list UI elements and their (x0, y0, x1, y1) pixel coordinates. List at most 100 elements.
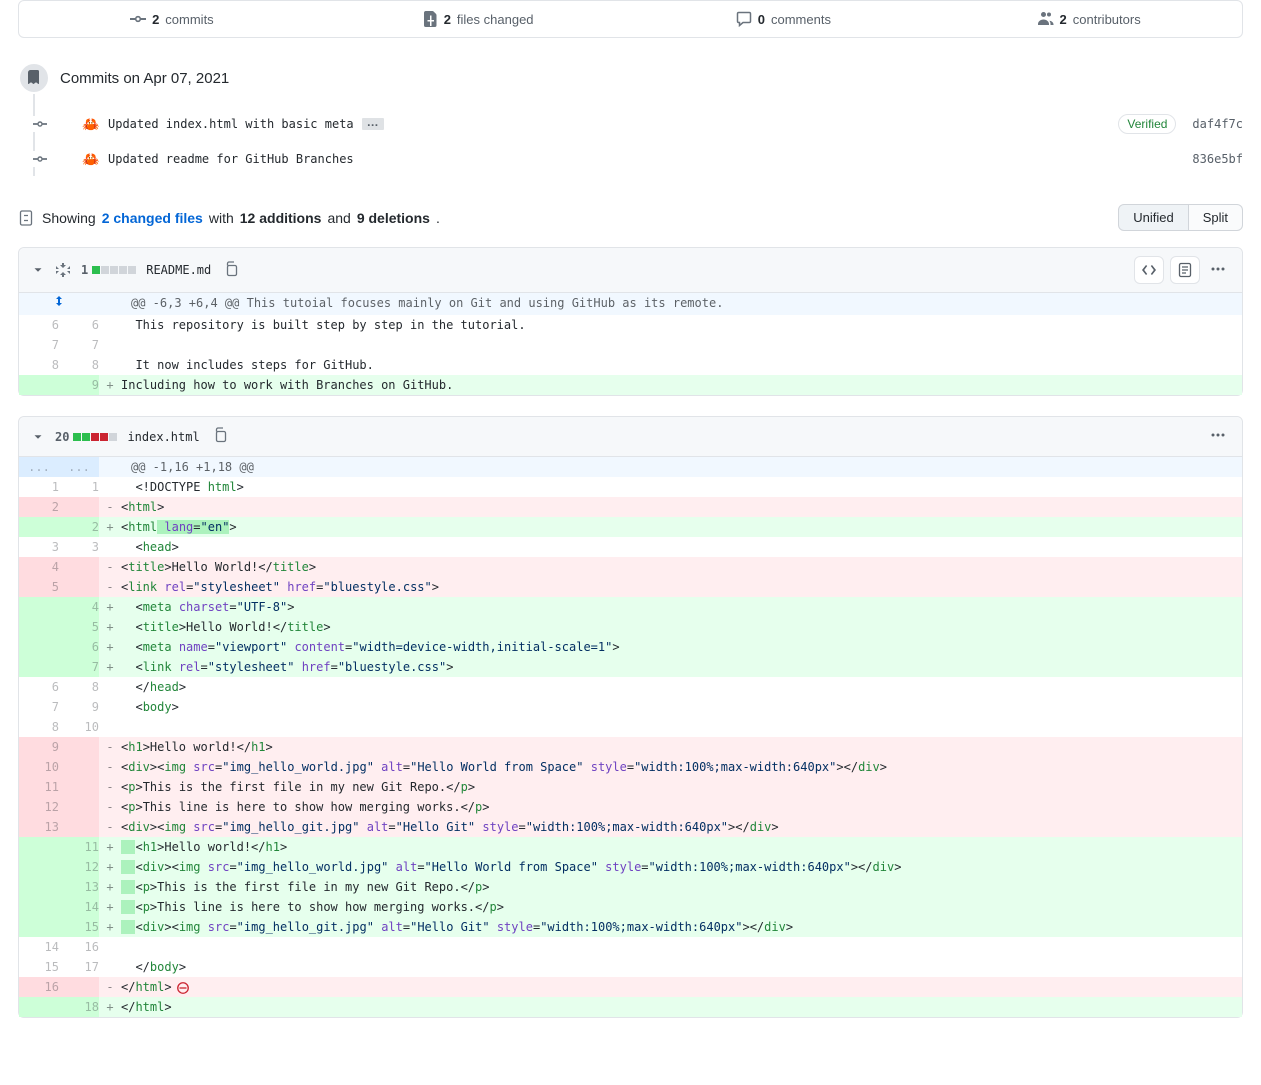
line-number-old[interactable] (19, 517, 59, 537)
line-number-new[interactable] (59, 577, 99, 597)
diff-line: 9-<h1>Hello world!</h1> (19, 737, 1242, 757)
line-number-new[interactable]: 16 (59, 937, 99, 957)
line-number-old[interactable]: 1 (19, 477, 59, 497)
commits-timeline: Commits on Apr 07, 2021 🦀 Updated index.… (18, 62, 1243, 176)
line-number-new[interactable] (59, 777, 99, 797)
line-number-new[interactable] (59, 557, 99, 577)
line-number-old[interactable]: 6 (19, 677, 59, 697)
line-number-old[interactable] (19, 617, 59, 637)
line-number-old[interactable]: 16 (19, 977, 59, 997)
commit-sha[interactable]: 836e5bf (1192, 152, 1243, 166)
line-number-new[interactable]: 14 (59, 897, 99, 917)
line-number-new[interactable]: 3 (59, 537, 99, 557)
file-menu-button[interactable] (1206, 261, 1230, 280)
line-number-old[interactable]: 9 (19, 737, 59, 757)
line-number-old[interactable] (19, 857, 59, 877)
line-number-new[interactable]: 8 (59, 677, 99, 697)
line-number-new[interactable]: 9 (59, 697, 99, 717)
line-number-old[interactable] (19, 657, 59, 677)
line-number-old[interactable]: 12 (19, 797, 59, 817)
commit-message[interactable]: Updated index.html with basic meta (108, 117, 354, 131)
tab-contributors[interactable]: 2 contributors (936, 1, 1242, 37)
line-number-old[interactable]: 15 (19, 957, 59, 977)
line-number-old[interactable] (19, 917, 59, 937)
collapse-toggle[interactable] (31, 430, 45, 444)
line-number-old[interactable]: 5 (19, 577, 59, 597)
code-content: <title>Hello World!</title> (121, 617, 1242, 637)
expand-icon[interactable] (55, 262, 71, 278)
line-number-old[interactable] (19, 997, 59, 1017)
line-number-old[interactable]: 10 (19, 757, 59, 777)
timeline-date-title: Commits on Apr 07, 2021 (60, 70, 229, 87)
line-number-new[interactable]: 6 (59, 637, 99, 657)
line-number-new[interactable]: 2 (59, 517, 99, 537)
line-number-new[interactable]: 8 (59, 355, 99, 375)
line-number-old[interactable]: 4 (19, 557, 59, 577)
line-number-new[interactable]: 12 (59, 857, 99, 877)
line-number-old[interactable] (19, 597, 59, 617)
line-number-new[interactable] (59, 497, 99, 517)
line-number-new[interactable]: 5 (59, 617, 99, 637)
line-number-new[interactable]: 10 (59, 717, 99, 737)
line-number-new[interactable] (59, 977, 99, 997)
code-content: <body> (121, 697, 1242, 717)
line-number-old[interactable]: 13 (19, 817, 59, 837)
avatar[interactable]: 🦀 (82, 150, 100, 168)
line-number-old[interactable] (19, 375, 59, 395)
line-number-new[interactable]: 7 (59, 335, 99, 355)
view-source-button[interactable] (1134, 256, 1164, 284)
commit-message[interactable]: Updated readme for GitHub Branches (108, 152, 354, 166)
tab-comments[interactable]: 0 comments (631, 1, 937, 37)
line-number-new[interactable] (59, 817, 99, 837)
line-number-old[interactable]: 3 (19, 537, 59, 557)
diff-marker (99, 717, 121, 737)
line-number-old[interactable]: 11 (19, 777, 59, 797)
commit-dot-icon (32, 116, 48, 132)
line-number-new[interactable]: 11 (59, 837, 99, 857)
line-number-old[interactable]: 14 (19, 937, 59, 957)
code-content: <html> (121, 497, 1242, 517)
expand-hunk-button[interactable] (19, 293, 99, 315)
line-number-old[interactable] (19, 877, 59, 897)
copy-path-button[interactable] (210, 425, 230, 448)
view-rendered-button[interactable] (1170, 256, 1200, 284)
changed-files-link[interactable]: 2 changed files (102, 210, 203, 226)
line-number-new[interactable] (59, 757, 99, 777)
file-name[interactable]: README.md (146, 263, 211, 277)
file-name[interactable]: index.html (127, 430, 199, 444)
line-number-old[interactable]: 2 (19, 497, 59, 517)
verified-badge[interactable]: Verified (1118, 114, 1176, 134)
line-number-old[interactable] (19, 897, 59, 917)
diff-line: 6+ <meta name="viewport" content="width=… (19, 637, 1242, 657)
line-number-new[interactable]: 4 (59, 597, 99, 617)
collapse-toggle[interactable] (31, 263, 45, 277)
line-number-old[interactable] (19, 837, 59, 857)
line-number-new[interactable]: 18 (59, 997, 99, 1017)
line-number-old[interactable]: 7 (19, 335, 59, 355)
line-number-old[interactable]: 8 (19, 717, 59, 737)
line-number-new[interactable]: 13 (59, 877, 99, 897)
line-number-new[interactable]: 1 (59, 477, 99, 497)
tab-commits[interactable]: 2 commits (19, 1, 325, 37)
tab-files-changed[interactable]: 2 files changed (325, 1, 631, 37)
line-number-old[interactable]: 6 (19, 315, 59, 335)
line-number-new[interactable] (59, 737, 99, 757)
commit-sha[interactable]: daf4f7c (1192, 117, 1243, 131)
line-number-old[interactable]: 7 (19, 697, 59, 717)
line-number-new[interactable]: 7 (59, 657, 99, 677)
line-number-old[interactable] (19, 637, 59, 657)
expand-hunk-button[interactable]: ... (59, 457, 99, 477)
file-menu-button[interactable] (1206, 427, 1230, 446)
line-number-new[interactable] (59, 797, 99, 817)
copy-path-button[interactable] (221, 259, 241, 282)
line-number-old[interactable]: 8 (19, 355, 59, 375)
expand-commit-button[interactable]: … (362, 118, 384, 130)
unified-view-button[interactable]: Unified (1118, 204, 1188, 231)
line-number-new[interactable]: 17 (59, 957, 99, 977)
line-number-new[interactable]: 9 (59, 375, 99, 395)
split-view-button[interactable]: Split (1189, 204, 1243, 231)
expand-hunk-button[interactable]: ... (19, 457, 59, 477)
line-number-new[interactable]: 15 (59, 917, 99, 937)
line-number-new[interactable]: 6 (59, 315, 99, 335)
avatar[interactable]: 🦀 (82, 115, 100, 133)
